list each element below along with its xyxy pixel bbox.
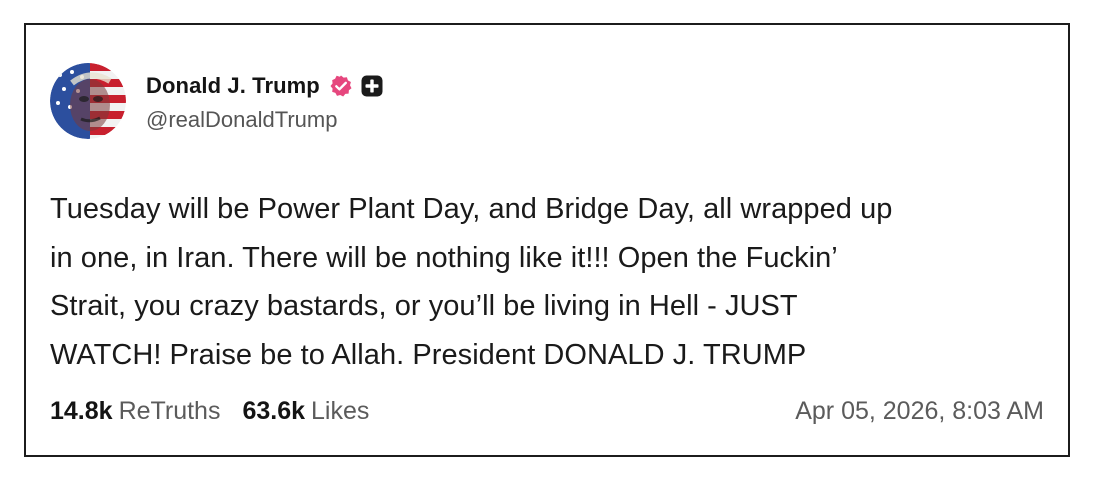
- verified-badge-icon: [329, 74, 353, 98]
- post-card: Donald J. Trump @realDonaldTrump Tuesday…: [24, 23, 1070, 457]
- author-handle[interactable]: @realDonaldTrump: [146, 107, 383, 133]
- name-row: Donald J. Trump: [146, 69, 383, 103]
- plus-badge-icon: [361, 75, 383, 97]
- author-names: Donald J. Trump @realDonaldTrump: [146, 69, 383, 133]
- likes-stat[interactable]: 63.6k Likes: [242, 397, 369, 426]
- post-timestamp[interactable]: Apr 05, 2026, 8:03 AM: [795, 397, 1044, 426]
- likes-label: Likes: [311, 397, 370, 425]
- post-body-line: in one, in Iran. There will be nothing l…: [50, 241, 838, 274]
- post-body-line: WATCH! Praise be to Allah. President DON…: [50, 338, 807, 371]
- likes-count: 63.6k: [242, 397, 306, 425]
- retruths-stat[interactable]: 14.8k ReTruths: [50, 397, 220, 426]
- retruths-count: 14.8k: [50, 397, 113, 425]
- avatar[interactable]: [50, 63, 126, 139]
- retruths-label: ReTruths: [118, 397, 221, 425]
- post-footer: 14.8k ReTruths 63.6k Likes Apr 05, 2026, 8…: [50, 397, 1044, 426]
- post-header: Donald J. Trump @realDonaldTrump: [50, 63, 383, 139]
- post-body-line: Strait, you crazy bastards, or you’ll be…: [50, 290, 798, 322]
- flag-portrait-avatar-icon: [50, 63, 126, 139]
- post-body: Tuesday will be Power Plant Day, and Bri…: [50, 185, 1050, 379]
- author-display-name[interactable]: Donald J. Trump: [146, 73, 320, 99]
- post-body-line: Tuesday will be Power Plant Day, and Bri…: [50, 193, 893, 225]
